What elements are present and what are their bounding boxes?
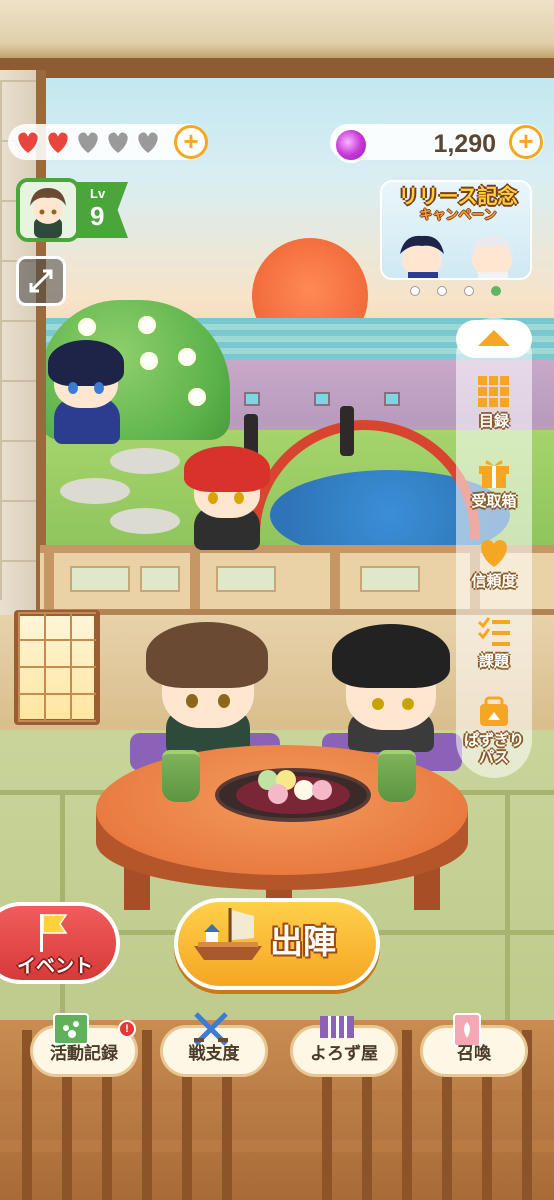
gate-bar	[0, 1090, 554, 1102]
nav-shop-label: よろず屋	[310, 1044, 378, 1064]
ceiling-lintel	[0, 58, 554, 78]
bridge-post	[340, 406, 354, 456]
lantern-frame	[18, 612, 96, 722]
railing-slot	[70, 566, 130, 592]
menu-trust-label: 信頼度	[471, 572, 517, 590]
avatar-portrait-icon	[20, 182, 76, 238]
menu-pass-button[interactable]: ぱずぎり パス	[456, 688, 532, 778]
stepping-stone	[60, 478, 130, 504]
menu-tasks-button[interactable]: 課題	[456, 608, 532, 686]
wall-window	[314, 392, 330, 406]
flower	[138, 316, 156, 334]
menu-pass-label: ぱずぎり パス	[463, 731, 524, 766]
heart-icon	[481, 540, 507, 567]
railing-slot	[140, 566, 180, 592]
collapse-menu-button[interactable]	[456, 320, 532, 358]
gift-box-icon	[479, 460, 509, 488]
menu-inbox-button[interactable]: 受取箱	[456, 448, 532, 526]
wall-window	[384, 392, 400, 406]
flower	[188, 388, 206, 406]
pagination-dot[interactable]	[437, 286, 447, 296]
checklist-icon	[477, 617, 510, 646]
nav-preparation-label: 戦支度	[188, 1044, 240, 1064]
pagination-dot[interactable]	[410, 286, 420, 296]
menu-trust-button[interactable]: 信頼度	[456, 528, 532, 606]
level-value: 9	[90, 201, 105, 231]
gate-bar	[0, 1140, 554, 1152]
heart-empty-icon	[134, 128, 162, 156]
sortie-label: 出陣	[270, 922, 336, 961]
heart-full-icon	[14, 128, 42, 156]
pass-bag-icon	[480, 696, 508, 726]
activity-log-badge: !	[118, 1020, 136, 1038]
heart-full-icon	[44, 128, 72, 156]
add-stamina-button[interactable]: +	[174, 125, 208, 159]
railing-post	[330, 553, 340, 609]
railing-slot	[360, 566, 420, 592]
level-label: Lv	[90, 186, 106, 201]
heart-empty-icon	[104, 128, 132, 156]
character-red-hair[interactable]	[180, 440, 272, 550]
flag-icon	[40, 914, 68, 952]
wall-window	[244, 392, 260, 406]
dango	[294, 780, 314, 800]
nav-activity-log-label: 活動記録	[50, 1044, 118, 1064]
character-brown-hair[interactable]	[140, 612, 274, 754]
menu-catalog-label: 目録	[478, 412, 509, 430]
add-gem-button[interactable]: +	[509, 125, 543, 159]
campaign-banner[interactable]: リリース記念 キャンペーン	[380, 180, 532, 280]
banner-subtitle: キャンペーン	[419, 208, 497, 223]
gate-slat	[402, 1030, 412, 1200]
tea-cup	[378, 750, 416, 802]
character-black-hair[interactable]	[326, 618, 456, 752]
ceiling-beam	[0, 0, 554, 62]
event-label: イベント	[16, 955, 93, 977]
ship-castle-icon	[194, 908, 262, 960]
dango	[312, 780, 332, 800]
gate-slat	[142, 1030, 152, 1200]
dango	[268, 784, 288, 804]
tea-cup	[162, 750, 200, 802]
menu-inbox-label: 受取箱	[471, 492, 517, 510]
catalog-icon	[478, 376, 509, 407]
banner-art-icon	[400, 235, 514, 278]
nav-summon-label: 召喚	[457, 1044, 491, 1064]
pagination-dot[interactable]	[464, 286, 474, 296]
expand-view-button[interactable]	[16, 256, 66, 306]
gem-count: 1,290	[433, 130, 496, 158]
gem-icon	[333, 127, 369, 163]
railing-post	[44, 553, 54, 609]
pagination-dot[interactable]	[491, 286, 501, 296]
flower	[140, 352, 158, 370]
stamina-hearts	[14, 128, 162, 156]
player-avatar[interactable]	[16, 178, 80, 242]
flower	[178, 348, 196, 366]
banner-pagination	[410, 286, 501, 296]
expand-arrows-icon	[29, 269, 53, 293]
character-blue-swordsman[interactable]	[44, 334, 130, 444]
tatami-border	[505, 790, 510, 1030]
railing-post	[190, 553, 200, 609]
railing-slot	[216, 566, 276, 592]
menu-catalog-button[interactable]: 目録	[456, 368, 532, 446]
stepping-stone	[110, 508, 180, 534]
heart-empty-icon	[74, 128, 102, 156]
menu-tasks-label: 課題	[478, 652, 509, 670]
stepping-stone	[110, 448, 180, 474]
banner-title: リリース記念	[398, 184, 518, 208]
